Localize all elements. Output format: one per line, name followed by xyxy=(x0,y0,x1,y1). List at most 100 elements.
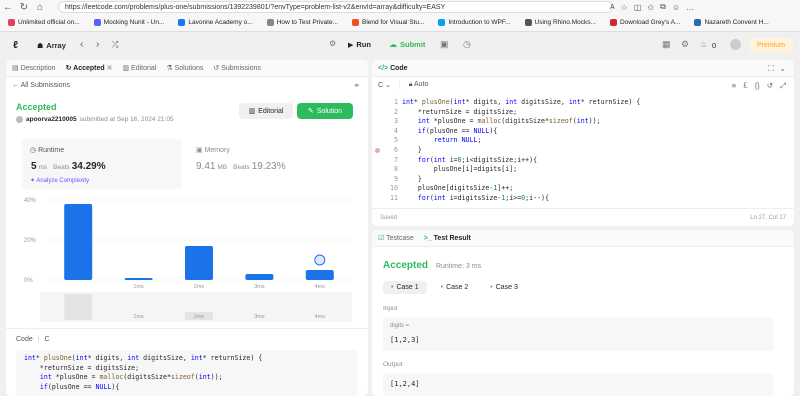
code-brackets-icon: </> xyxy=(378,64,389,72)
bookmark-item[interactable]: Mocking Nunit - Un... xyxy=(93,19,165,26)
bookmark-item[interactable]: Blend for Visual Stu... xyxy=(351,19,424,26)
code-editor-panel: </> Code ⛶ ⌄ C ⌄ | 🔒︎ Auto ≡ ℇ {} ↺ ⤢ 12… xyxy=(372,60,794,226)
run-label: Run xyxy=(356,40,371,49)
case-tab[interactable]: • Case 3 xyxy=(482,281,526,294)
bookmark-item[interactable]: Using Rhino.Mocks... xyxy=(524,19,596,26)
code-language-label: C xyxy=(44,336,50,343)
maximize-icon[interactable]: ⛶ xyxy=(768,64,774,74)
address-bar[interactable]: https://leetcode.com/problems/plus-one/s… xyxy=(58,1,613,13)
bookmark-label: Mocking Nunit - Un... xyxy=(103,19,165,26)
editorial-button[interactable]: ▥ Editorial xyxy=(239,103,293,119)
solution-button[interactable]: ✎ Solution xyxy=(297,103,353,119)
edit-icon: ✎ xyxy=(307,108,314,115)
tab-submissions[interactable]: ↺ Submissions xyxy=(213,64,261,72)
bookmark-item[interactable]: Unlimited official on... xyxy=(8,19,80,26)
tab-accepted-label: Accepted xyxy=(73,65,105,72)
runtime-distribution-chart[interactable]: 40% 20% 0% 1ms 2ms 3ms 4ms 1ms 2ms 3ms 4ms xyxy=(22,196,352,326)
code-line: plusOne[digitsSize-1]++; xyxy=(402,184,514,193)
format-icon[interactable]: ℇ xyxy=(743,81,748,91)
alarm-icon[interactable]: ◷ xyxy=(463,39,471,50)
memory-unit: MB xyxy=(217,164,228,171)
streak-fire-icon[interactable]: ♨ xyxy=(700,40,707,49)
code-line: int* plusOne(int* digits, int digitsSize… xyxy=(24,354,263,362)
y-tick-label: 0% xyxy=(24,278,33,284)
tab-testcase[interactable]: ☑ Testcase xyxy=(378,234,414,242)
breakpoint-dot[interactable] xyxy=(375,148,380,153)
code-tab-label[interactable]: Code xyxy=(16,336,33,343)
tab-solutions[interactable]: ⚗ Solutions xyxy=(166,64,203,72)
bookmark-favicon-icon xyxy=(694,19,702,26)
tab-test-result-label: Test Result xyxy=(433,234,471,242)
editor-code-lines[interactable]: int* plusOne(int* digits, int digitsSize… xyxy=(402,98,790,204)
auto-mode-toggle[interactable]: 🔒︎ Auto xyxy=(409,81,429,89)
read-aloud-icon[interactable]: A xyxy=(610,4,615,11)
split-screen-icon[interactable]: ◫ xyxy=(634,3,642,12)
run-button[interactable]: ▶ Run xyxy=(348,40,371,49)
case-status-dot: • xyxy=(440,284,444,291)
favorites-icon[interactable]: ✩ xyxy=(647,3,654,12)
problem-list-button[interactable]: ☗ Array xyxy=(37,41,66,50)
shuffle-icon[interactable]: ⤮ xyxy=(112,40,118,50)
user-avatar[interactable] xyxy=(16,116,23,123)
all-submissions-link[interactable]: ← All Submissions xyxy=(12,82,70,89)
input-box: digits = [1,2,3] xyxy=(383,317,774,351)
bookmark-favicon-icon xyxy=(351,19,359,26)
layout-icon[interactable]: ▦ xyxy=(662,39,671,50)
refresh-icon[interactable]: ↻ xyxy=(16,0,32,14)
code-line: *returnSize = digitsSize; xyxy=(402,107,518,116)
next-problem-icon[interactable]: › xyxy=(96,39,99,50)
braces-icon[interactable]: {} xyxy=(755,81,760,91)
tab-editorial[interactable]: ▥ Editorial xyxy=(122,64,156,72)
test-runtime: Runtime: 3 ms xyxy=(435,263,482,270)
case-tab[interactable]: • Case 1 xyxy=(383,281,427,294)
saved-status: Saved xyxy=(380,214,398,221)
runtime-beats-label: Beats xyxy=(53,164,70,171)
tab-description[interactable]: ▤ Description xyxy=(12,64,56,72)
reset-icon[interactable]: ↺ xyxy=(767,81,773,91)
x-tick-label: 4ms xyxy=(315,284,326,290)
line-number: 11 xyxy=(390,193,398,202)
case-label: Case 2 xyxy=(446,284,469,291)
debug-icon[interactable]: ⚙ xyxy=(329,39,336,48)
bookmark-item[interactable]: Download Grey's A... xyxy=(609,19,680,26)
mini-label: 2ms xyxy=(194,314,205,320)
avatar[interactable] xyxy=(730,39,741,50)
settings-icon[interactable]: ⚙ xyxy=(681,39,689,50)
expand-icon[interactable]: ⤢ xyxy=(780,81,786,91)
prev-problem-icon[interactable]: ‹ xyxy=(80,39,83,50)
code-line: int *plusOne = malloc(digitsSize*sizeof(… xyxy=(417,117,601,126)
favorite-star-icon[interactable]: ☆ xyxy=(621,3,628,12)
leetcode-logo-icon[interactable]: ℓ xyxy=(13,40,18,51)
collapse-icon[interactable]: ⌄ xyxy=(779,64,786,73)
tab-test-result[interactable]: >_ Test Result xyxy=(424,235,471,242)
back-arrow-icon[interactable]: ← xyxy=(0,0,16,14)
memory-card[interactable]: ▣ Memory 9.41 MB Beats 19.23% xyxy=(192,139,352,189)
line-number: 2 xyxy=(394,107,398,116)
share-link-icon[interactable]: ⚭ xyxy=(353,81,360,90)
case-tab[interactable]: • Case 2 xyxy=(433,281,477,294)
editorial-label: Editorial xyxy=(258,107,284,115)
username[interactable]: apoorva2210005 xyxy=(26,116,77,123)
runtime-card[interactable]: ◷ Runtime 5 ms Beats 34.29% ✦ Analyze Co… xyxy=(22,139,182,189)
collections-icon[interactable]: ⧉ xyxy=(660,2,666,12)
bookmark-item[interactable]: Lavonne Academy o... xyxy=(178,19,253,26)
bookmark-item[interactable]: How to Test Private... xyxy=(266,19,338,26)
bookmark-icon[interactable]: ≡ xyxy=(732,81,736,91)
close-tab-icon[interactable]: ✕ xyxy=(107,65,113,72)
profile-icon[interactable]: ☺ xyxy=(672,3,680,12)
bookmark-item[interactable]: Introduction to WPF... xyxy=(438,19,511,26)
code-tab[interactable]: </> Code xyxy=(378,65,408,72)
bookmark-favicon-icon xyxy=(8,19,15,26)
notes-icon[interactable]: ▣ xyxy=(440,39,449,50)
more-icon[interactable]: … xyxy=(686,3,694,12)
bookmark-item[interactable]: Nazareth Convent H... xyxy=(694,19,769,26)
url-text: https://leetcode.com/problems/plus-one/s… xyxy=(65,3,446,11)
language-select[interactable]: C ⌄ xyxy=(378,81,391,89)
chart-bar xyxy=(245,274,274,280)
submit-button[interactable]: ☁ Submit xyxy=(389,40,425,49)
tab-accepted[interactable]: ↻ Accepted ✕ xyxy=(66,64,113,72)
analyze-complexity-link[interactable]: ✦ Analyze Complexity xyxy=(30,177,89,184)
home-icon[interactable]: ⌂ xyxy=(32,0,48,14)
line-number: 3 xyxy=(394,117,398,126)
premium-button[interactable]: Premium xyxy=(749,38,793,53)
